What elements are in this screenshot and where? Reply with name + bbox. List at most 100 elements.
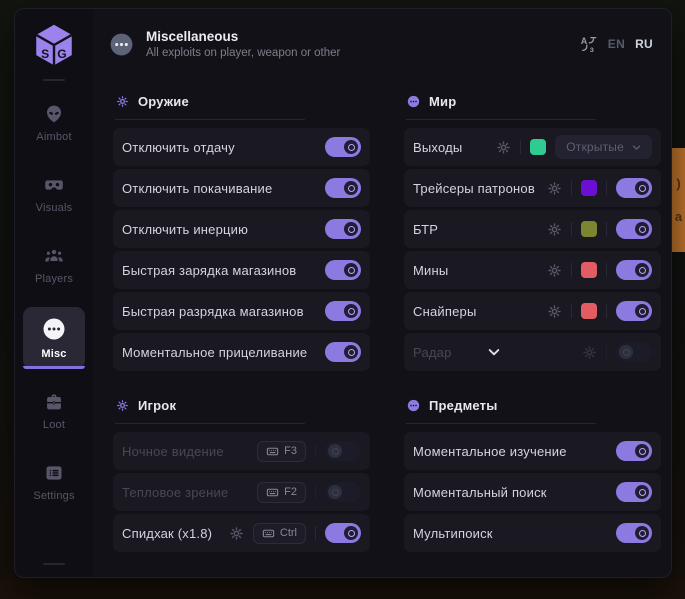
hotkey-badge[interactable]: F3	[257, 441, 306, 462]
dropdown-select[interactable]: Открытые	[555, 135, 652, 159]
content-area: Оружие Отключить отдачу Отключить покачива…	[93, 79, 671, 577]
language-switcher: Aз EN RU	[580, 35, 653, 53]
control-divider	[571, 304, 572, 318]
control-divider	[315, 526, 316, 540]
feature-toggle[interactable]	[325, 342, 361, 362]
feature-row: Мины	[404, 251, 661, 289]
color-swatch[interactable]	[581, 262, 597, 278]
sidebar-item-misc[interactable]: Misc	[23, 307, 85, 369]
feature-toggle[interactable]	[325, 137, 361, 157]
hotkey-badge[interactable]: Ctrl	[253, 523, 306, 544]
row-settings-gear-icon[interactable]	[229, 526, 244, 541]
toggle-knob	[619, 345, 633, 359]
sidebar-item-label: Loot	[43, 419, 65, 431]
sidebar-item-loot[interactable]: Loot	[23, 382, 85, 440]
toggle-knob	[344, 222, 358, 236]
feature-row: БТР	[404, 210, 661, 248]
color-swatch[interactable]	[581, 303, 597, 319]
feature-toggle[interactable]	[616, 219, 652, 239]
feature-toggle[interactable]	[616, 178, 652, 198]
section-title: Предметы	[429, 398, 498, 413]
feature-toggle[interactable]	[616, 342, 652, 362]
hotkey-badge[interactable]: F2	[257, 482, 306, 503]
feature-row: Быстрая зарядка магазинов	[113, 251, 370, 289]
feature-toggle[interactable]	[325, 482, 361, 502]
feature-label: Тепловое зрение	[122, 485, 257, 500]
translate-icon: Aз	[580, 35, 598, 53]
feature-toggle[interactable]	[616, 301, 652, 321]
row-controls	[547, 219, 652, 239]
feature-row: Спидхак (x1.8)Ctrl	[113, 514, 370, 552]
feature-toggle[interactable]	[616, 260, 652, 280]
feature-toggle[interactable]	[325, 219, 361, 239]
row-controls	[616, 523, 652, 543]
row-controls: Открытые	[496, 135, 652, 159]
section-divider	[115, 119, 305, 120]
feature-label: Отключить инерцию	[122, 222, 325, 237]
color-swatch[interactable]	[581, 180, 597, 196]
toggle-knob	[344, 345, 358, 359]
feature-toggle[interactable]	[325, 523, 361, 543]
feature-label: Радар	[413, 345, 486, 360]
sidebar-item-players[interactable]: Players	[23, 236, 85, 294]
expand-chevron-icon[interactable]	[486, 344, 502, 360]
page-header: Miscellaneous All exploits on player, we…	[93, 9, 671, 79]
row-controls: Ctrl	[229, 523, 361, 544]
row-controls	[325, 137, 361, 157]
background-game-hud-fragment: )a	[672, 148, 685, 252]
feature-toggle[interactable]	[616, 523, 652, 543]
section-header: Предметы	[404, 383, 661, 423]
svg-text:S: S	[41, 47, 49, 61]
players-icon	[44, 246, 64, 266]
list-icon	[44, 463, 64, 483]
language-option-ru[interactable]: RU	[635, 37, 653, 51]
row-controls	[582, 342, 652, 362]
sidebar-item-settings[interactable]: Settings	[23, 453, 85, 511]
column-left: Оружие Отключить отдачу Отключить покачива…	[113, 79, 370, 577]
feature-toggle[interactable]	[616, 441, 652, 461]
sidebar-item-label: Visuals	[36, 202, 73, 214]
row-controls	[616, 482, 652, 502]
sidebar-item-aimbot[interactable]: Aimbot	[23, 94, 85, 152]
feature-label: Отключить покачивание	[122, 181, 325, 196]
feature-label: Быстрая разрядка магазинов	[122, 304, 325, 319]
feature-label: Отключить отдачу	[122, 140, 325, 155]
row-controls: F3	[257, 441, 361, 462]
app-logo-cube-icon: SG	[33, 22, 75, 68]
feature-label: БТР	[413, 222, 547, 237]
toggle-knob	[328, 485, 342, 499]
control-divider	[571, 263, 572, 277]
row-settings-gear-icon[interactable]	[547, 181, 562, 196]
section-предметы: ПредметыМоментальное изучениеМоментальны…	[404, 383, 661, 552]
toggle-knob	[328, 444, 342, 458]
feature-toggle[interactable]	[616, 482, 652, 502]
control-divider	[606, 345, 607, 359]
sidebar-item-visuals[interactable]: Visuals	[23, 165, 85, 223]
row-settings-gear-icon[interactable]	[547, 263, 562, 278]
gear-icon	[116, 95, 129, 108]
feature-toggle[interactable]	[325, 301, 361, 321]
svg-text:з: з	[590, 45, 594, 53]
language-option-en[interactable]: EN	[608, 37, 625, 51]
gear-icon	[116, 399, 129, 412]
dots-circle-icon	[42, 317, 66, 341]
row-settings-gear-icon[interactable]	[547, 304, 562, 319]
control-divider	[315, 444, 316, 458]
toggle-knob	[635, 526, 649, 540]
color-swatch[interactable]	[581, 221, 597, 237]
alien-icon	[44, 104, 64, 124]
section-divider	[406, 423, 596, 424]
row-settings-gear-icon[interactable]	[582, 345, 597, 360]
keyboard-icon	[262, 527, 275, 540]
page-title: Miscellaneous	[146, 29, 340, 44]
color-swatch[interactable]	[530, 139, 546, 155]
row-settings-gear-icon[interactable]	[496, 140, 511, 155]
column-right: МирВыходыОткрытыеТрейсеры патроновБТРМин…	[404, 79, 661, 577]
section-оружие: Оружие Отключить отдачу Отключить покачива…	[113, 79, 370, 371]
briefcase-icon	[44, 392, 64, 412]
section-title: Оружие	[138, 94, 189, 109]
row-settings-gear-icon[interactable]	[547, 222, 562, 237]
feature-toggle[interactable]	[325, 260, 361, 280]
feature-toggle[interactable]	[325, 178, 361, 198]
feature-toggle[interactable]	[325, 441, 361, 461]
